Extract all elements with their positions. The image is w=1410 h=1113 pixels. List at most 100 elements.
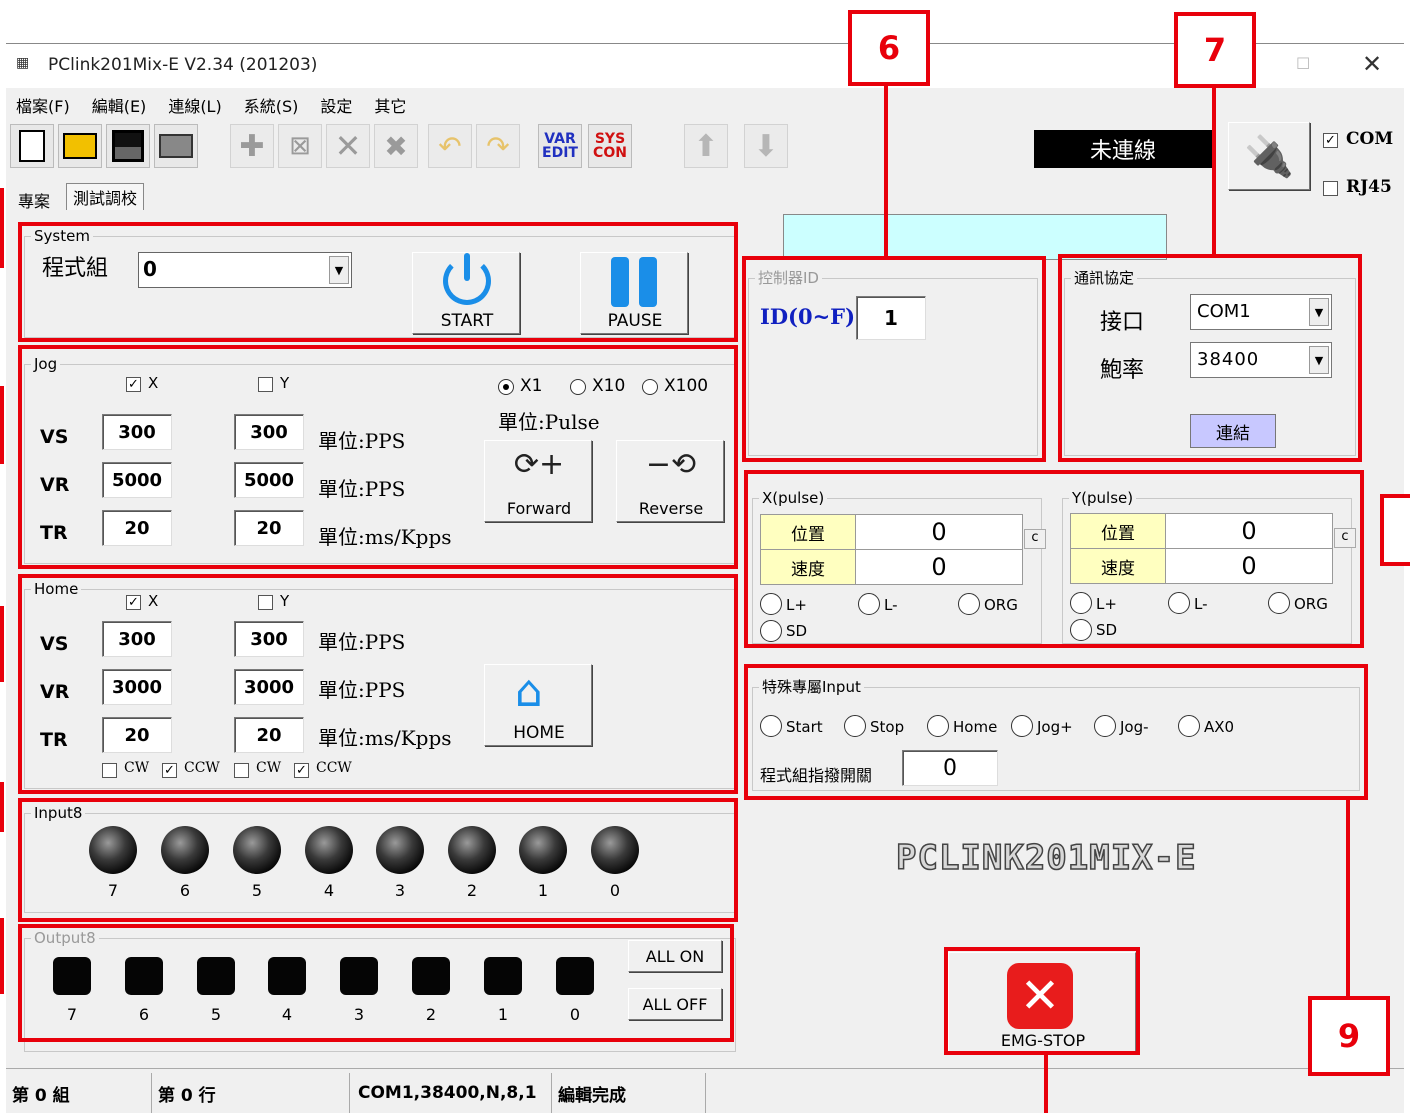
print-button[interactable] bbox=[154, 124, 198, 168]
output-2[interactable] bbox=[412, 957, 450, 995]
program-select[interactable]: 0 ▼ bbox=[138, 252, 352, 288]
controller-id-input[interactable]: 1 bbox=[856, 296, 926, 340]
input-led-4 bbox=[305, 826, 353, 874]
redo-button[interactable]: ↷ bbox=[476, 124, 520, 168]
var-edit-button[interactable]: VAR EDIT bbox=[538, 124, 582, 168]
home-x-ccw-label: CCW bbox=[184, 760, 220, 776]
home-vs-y-input[interactable]: 300 bbox=[234, 621, 304, 657]
callout-9-leader bbox=[1346, 798, 1350, 996]
home-vr-x-input[interactable]: 3000 bbox=[102, 669, 172, 705]
new-file-button[interactable] bbox=[10, 124, 54, 168]
all-off-button[interactable]: ALL OFF bbox=[628, 988, 722, 1020]
x-speed-label: 速度 bbox=[760, 549, 856, 585]
jog-title: Jog bbox=[31, 355, 61, 373]
move-up-button[interactable]: ⬆ bbox=[684, 124, 728, 168]
baud-select[interactable]: 38400 ▼ bbox=[1190, 342, 1332, 378]
output-0[interactable] bbox=[556, 957, 594, 995]
menu-edit[interactable]: 編輯(E) bbox=[92, 93, 147, 116]
jog-vs-x-input[interactable]: 300 bbox=[102, 414, 172, 450]
port-select[interactable]: COM1 ▼ bbox=[1190, 294, 1332, 330]
start-button[interactable]: START bbox=[412, 252, 520, 334]
home-tr-x-input[interactable]: 20 bbox=[102, 717, 172, 753]
output-5[interactable] bbox=[197, 957, 235, 995]
output-num-0: 0 bbox=[569, 1005, 581, 1024]
chevron-down-icon[interactable]: ▼ bbox=[1309, 346, 1329, 374]
home-button[interactable]: ⌂ HOME bbox=[484, 664, 592, 746]
jog-y-checkbox[interactable] bbox=[258, 377, 273, 392]
home-tr-y-input[interactable]: 20 bbox=[234, 717, 304, 753]
home-x-cw-checkbox[interactable] bbox=[102, 763, 117, 778]
home-vr-y-input[interactable]: 3000 bbox=[234, 669, 304, 705]
undo-button[interactable]: ↶ bbox=[428, 124, 472, 168]
home-vs-unit: 單位:PPS bbox=[318, 630, 406, 654]
chevron-down-icon[interactable]: ▼ bbox=[1309, 298, 1329, 326]
output-3[interactable] bbox=[340, 957, 378, 995]
jog-tr-y-input[interactable]: 20 bbox=[234, 510, 304, 546]
rate-x100-label: X100 bbox=[664, 376, 709, 396]
x-clear-button[interactable]: c bbox=[1024, 529, 1046, 549]
delete-button[interactable]: ⊠ bbox=[278, 124, 322, 168]
tools-icon: ✖ bbox=[384, 129, 408, 163]
close-button[interactable]: ✕ bbox=[1362, 50, 1382, 78]
home-vs-x-input[interactable]: 300 bbox=[102, 621, 172, 657]
baud-select-value: 38400 bbox=[1197, 349, 1260, 370]
annotation-stub-2 bbox=[0, 386, 4, 464]
move-down-button[interactable]: ⬇ bbox=[744, 124, 788, 168]
tab-project[interactable]: 專案 bbox=[18, 188, 50, 212]
home-y-checkbox[interactable] bbox=[258, 595, 273, 610]
maximize-button[interactable]: ☐ bbox=[1296, 54, 1310, 73]
all-on-button[interactable]: ALL ON bbox=[628, 940, 722, 972]
save-button[interactable] bbox=[106, 124, 150, 168]
jog-vs-y-input[interactable]: 300 bbox=[234, 414, 304, 450]
home-y-ccw-checkbox[interactable]: ✓ bbox=[294, 763, 309, 778]
status-edit-text: 編輯完成 bbox=[558, 1085, 626, 1106]
menu-settings[interactable]: 設定 bbox=[320, 93, 352, 116]
connect-button[interactable]: 連結 bbox=[1190, 414, 1276, 448]
special-home-label: Home bbox=[953, 718, 998, 736]
delete-icon: ⊠ bbox=[289, 131, 311, 161]
rate-x1-radio[interactable] bbox=[498, 379, 514, 395]
special-jogminus-label: Jog- bbox=[1120, 718, 1149, 736]
rj45-checkbox[interactable] bbox=[1323, 181, 1338, 196]
add-button[interactable]: ✚ bbox=[230, 124, 274, 168]
output-7[interactable] bbox=[53, 957, 91, 995]
com-checkbox[interactable]: ✓ bbox=[1323, 133, 1338, 148]
home-x-ccw-checkbox[interactable]: ✓ bbox=[162, 763, 177, 778]
special-start-indicator bbox=[760, 715, 782, 737]
special-jogplus-label: Jog+ bbox=[1037, 718, 1073, 736]
home-x-checkbox[interactable]: ✓ bbox=[126, 595, 141, 610]
system-title: System bbox=[31, 227, 93, 245]
open-file-button[interactable] bbox=[58, 124, 102, 168]
reverse-button[interactable]: −⟲ Reverse bbox=[616, 440, 724, 522]
y-clear-button[interactable]: c bbox=[1334, 528, 1356, 548]
rate-x100-radio[interactable] bbox=[642, 379, 658, 395]
rate-x10-radio[interactable] bbox=[570, 379, 586, 395]
home-y-cw-checkbox[interactable] bbox=[234, 763, 249, 778]
tab-test-tune[interactable]: 測試調校 bbox=[66, 183, 145, 210]
output-num-5: 5 bbox=[210, 1005, 222, 1024]
chevron-down-icon[interactable]: ▼ bbox=[329, 256, 349, 284]
output-num-3: 3 bbox=[353, 1005, 365, 1024]
cut-button[interactable]: ✕ bbox=[326, 124, 370, 168]
output-4[interactable] bbox=[268, 957, 306, 995]
sys-con-button[interactable]: SYS CON bbox=[588, 124, 632, 168]
jog-vr-x-input[interactable]: 5000 bbox=[102, 462, 172, 498]
connect-port-button[interactable]: 🔌 bbox=[1228, 122, 1310, 190]
pause-button[interactable]: PAUSE bbox=[580, 252, 688, 334]
jog-x-label: X bbox=[148, 374, 159, 392]
jog-vr-y-input[interactable]: 5000 bbox=[234, 462, 304, 498]
menu-connect[interactable]: 連線(L) bbox=[168, 93, 221, 116]
menu-system[interactable]: 系統(S) bbox=[244, 93, 299, 116]
menu-other[interactable]: 其它 bbox=[374, 93, 406, 116]
output-6[interactable] bbox=[125, 957, 163, 995]
menu-file[interactable]: 檔案(F) bbox=[16, 93, 70, 116]
jog-tr-x-input[interactable]: 20 bbox=[102, 510, 172, 546]
input-num-1: 1 bbox=[537, 881, 549, 900]
tools-button[interactable]: ✖ bbox=[374, 124, 418, 168]
status-edit: 編輯完成 bbox=[554, 1073, 706, 1113]
output-1[interactable] bbox=[484, 957, 522, 995]
jog-x-checkbox[interactable]: ✓ bbox=[126, 377, 141, 392]
emg-stop-button[interactable]: ✕ EMG-STOP bbox=[948, 952, 1136, 1052]
x-speed-value: 0 bbox=[855, 549, 1023, 585]
forward-button[interactable]: ⟳+ Forward bbox=[484, 440, 592, 522]
